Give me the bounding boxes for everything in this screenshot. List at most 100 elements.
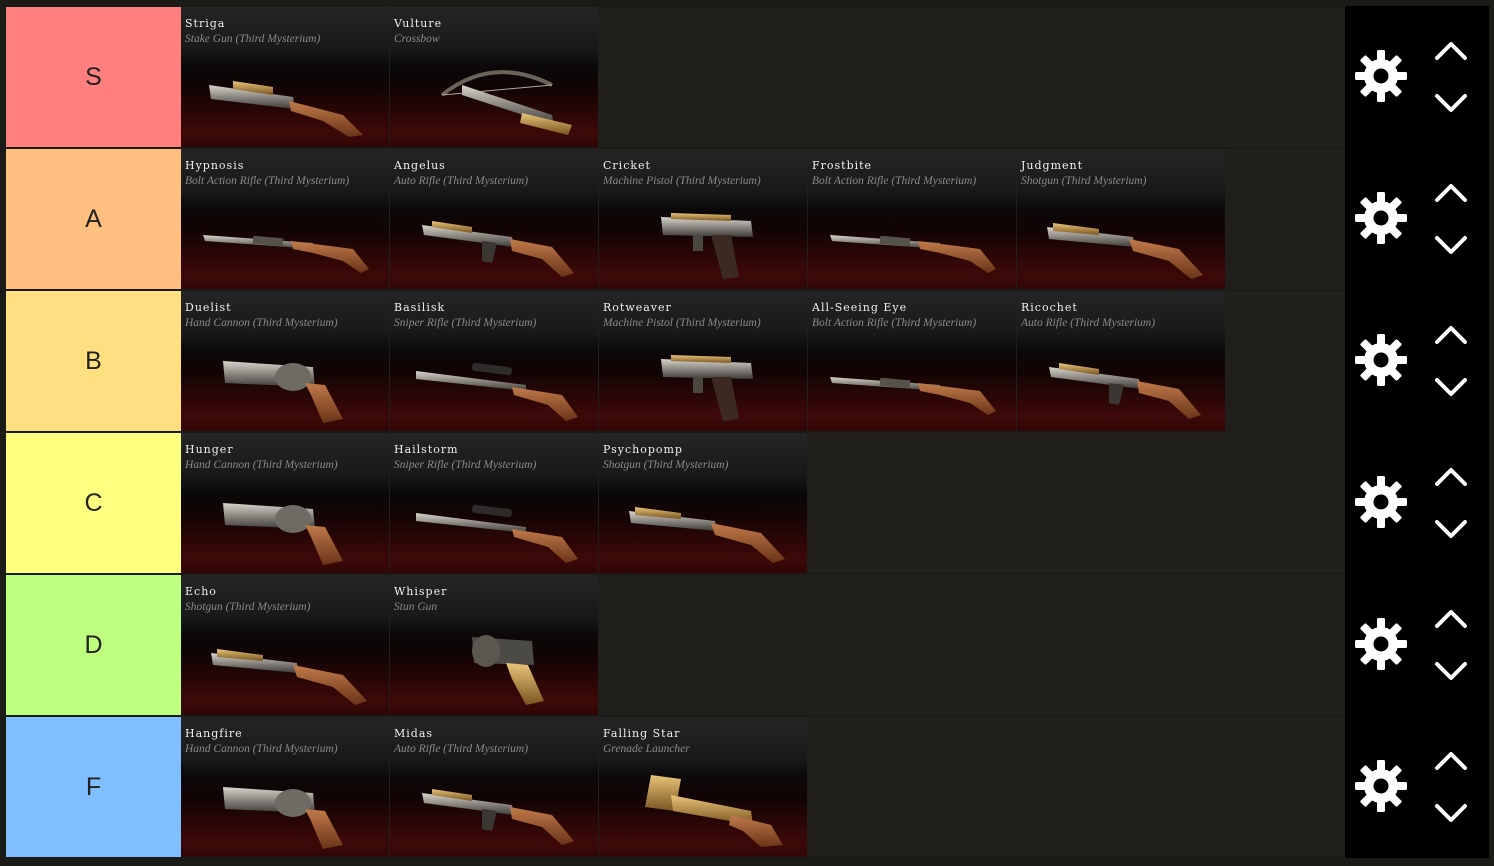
hand-cannon-icon [223,503,343,565]
weapon-name: Judgment [1021,159,1084,172]
gear-icon[interactable] [1355,760,1407,812]
machine-pistol-icon [661,355,753,421]
weapon-card[interactable]: Ricochet Auto Rifle (Third Mysterium) [1017,291,1225,431]
tier-controls [1345,574,1489,716]
chevron-down-icon[interactable] [1433,660,1469,684]
tier-controls [1345,6,1489,148]
hand-cannon-icon [223,787,343,849]
weapon-type: Hand Cannon (Third Mysterium) [185,317,338,329]
tier-row-filler [1238,717,1345,857]
gear-icon[interactable] [1355,334,1407,386]
weapon-type: Stake Gun (Third Mysterium) [185,33,321,45]
weapon-type: Auto Rifle (Third Mysterium) [1021,317,1156,329]
tier-row-filler [1238,575,1345,715]
tier-items-area: Hypnosis Bolt Action Rifle (Third Mysteri… [181,149,1238,289]
chevron-down-icon[interactable] [1433,802,1469,826]
chevron-up-icon[interactable] [1433,38,1469,62]
weapon-card[interactable]: Hailstorm Sniper Rifle (Third Mysterium) [390,433,598,573]
gear-icon[interactable] [1355,50,1407,102]
bolt-action-rifle-icon [830,235,996,273]
weapon-type: Crossbow [394,33,440,45]
weapon-name: Vulture [394,17,443,30]
weapon-card[interactable]: Vulture Crossbow [390,7,598,147]
chevron-down-icon[interactable] [1433,234,1469,258]
weapon-type: Sniper Rifle (Third Mysterium) [394,459,537,471]
chevron-up-icon[interactable] [1433,464,1469,488]
chevron-down-icon[interactable] [1433,518,1469,542]
tier-label[interactable]: C [6,433,181,573]
weapon-name: Striga [185,17,226,30]
weapon-card[interactable]: Hangfire Hand Cannon (Third Mysterium) [181,717,389,857]
weapon-card[interactable]: Angelus Auto Rifle (Third Mysterium) [390,149,598,289]
chevron-up-icon[interactable] [1433,748,1469,772]
weapon-type: Machine Pistol (Third Mysterium) [603,317,761,329]
chevron-down-icon[interactable] [1433,376,1469,400]
weapon-name: Psychopomp [603,443,683,456]
gear-icon[interactable] [1355,618,1407,670]
tier-row-s: S Striga Stake Gun (Third Mysterium) Vultu… [5,6,1489,148]
shotgun-icon [629,507,785,563]
tier-items-area: Hangfire Hand Cannon (Third Mysterium) Mi… [181,717,1238,857]
weapon-type: Sniper Rifle (Third Mysterium) [394,317,537,329]
weapon-name: Rotweaver [603,301,672,314]
weapon-card[interactable]: All-Seeing Eye Bolt Action Rifle (Third M… [808,291,1016,431]
weapon-type: Shotgun (Third Mysterium) [603,459,729,471]
weapon-name: Hangfire [185,727,243,740]
weapon-type: Bolt Action Rifle (Third Mysterium) [185,175,350,187]
weapon-type: Auto Rifle (Third Mysterium) [394,175,529,187]
weapon-type: Shotgun (Third Mysterium) [1021,175,1147,187]
machine-pistol-icon [661,213,753,279]
weapon-card[interactable]: Frostbite Bolt Action Rifle (Third Myster… [808,149,1016,289]
chevron-up-icon[interactable] [1433,606,1469,630]
weapon-card[interactable]: Duelist Hand Cannon (Third Mysterium) [181,291,389,431]
weapon-card[interactable]: Cricket Machine Pistol (Third Mysterium) [599,149,807,289]
tier-row-filler [1238,433,1345,573]
weapon-card[interactable]: Falling Star Grenade Launcher [599,717,807,857]
weapon-card[interactable]: Hypnosis Bolt Action Rifle (Third Mysteri… [181,149,389,289]
weapon-card[interactable]: Midas Auto Rifle (Third Mysterium) [390,717,598,857]
weapon-card[interactable]: Psychopomp Shotgun (Third Mysterium) [599,433,807,573]
weapon-card[interactable]: Echo Shotgun (Third Mysterium) [181,575,389,715]
gear-icon[interactable] [1355,476,1407,528]
weapon-type: Hand Cannon (Third Mysterium) [185,459,338,471]
chevron-down-icon[interactable] [1433,92,1469,116]
weapon-card[interactable]: Hunger Hand Cannon (Third Mysterium) [181,433,389,573]
tier-label[interactable]: S [6,7,181,147]
weapon-name: Hypnosis [185,159,245,172]
tier-controls [1345,432,1489,574]
weapon-card[interactable]: Whisper Stun Gun [390,575,598,715]
weapon-name: Echo [185,585,217,598]
tier-label[interactable]: F [6,717,181,857]
weapon-name: All-Seeing Eye [812,301,908,314]
weapon-type: Auto Rifle (Third Mysterium) [394,743,529,755]
auto-rifle-icon [422,221,574,277]
weapon-name: Frostbite [812,159,873,172]
weapon-card[interactable]: Basilisk Sniper Rifle (Third Mysterium) [390,291,598,431]
tier-row-f: F Hangfire Hand Cannon (Third Mysterium) M… [5,716,1489,858]
tier-label[interactable]: D [6,575,181,715]
grenade-launcher-icon [645,775,783,847]
weapon-name: Angelus [394,159,446,172]
weapon-card[interactable]: Striga Stake Gun (Third Mysterium) [181,7,389,147]
tier-row-d: D Echo Shotgun (Third Mysterium) Whisper St… [5,574,1489,716]
chevron-up-icon[interactable] [1433,322,1469,346]
tier-row-c: C Hunger Hand Cannon (Third Mysterium) Hai… [5,432,1489,574]
tier-items-area: Echo Shotgun (Third Mysterium) Whisper Stu… [181,575,1238,715]
bolt-action-rifle-icon [203,235,369,273]
tier-label[interactable]: A [6,149,181,289]
bolt-action-rifle-icon [830,377,996,415]
tier-controls [1345,290,1489,432]
weapon-name: Basilisk [394,301,446,314]
auto-rifle-icon [1049,363,1201,419]
gear-icon[interactable] [1355,192,1407,244]
weapon-name: Cricket [603,159,651,172]
weapon-name: Falling Star [603,727,681,740]
tier-label[interactable]: B [6,291,181,431]
hand-cannon-icon [223,361,343,423]
weapon-card[interactable]: Judgment Shotgun (Third Mysterium) [1017,149,1225,289]
weapon-type: Hand Cannon (Third Mysterium) [185,743,338,755]
weapon-card[interactable]: Rotweaver Machine Pistol (Third Mysterium… [599,291,807,431]
weapon-name: Hailstorm [394,443,459,456]
weapon-name: Whisper [394,585,448,598]
chevron-up-icon[interactable] [1433,180,1469,204]
